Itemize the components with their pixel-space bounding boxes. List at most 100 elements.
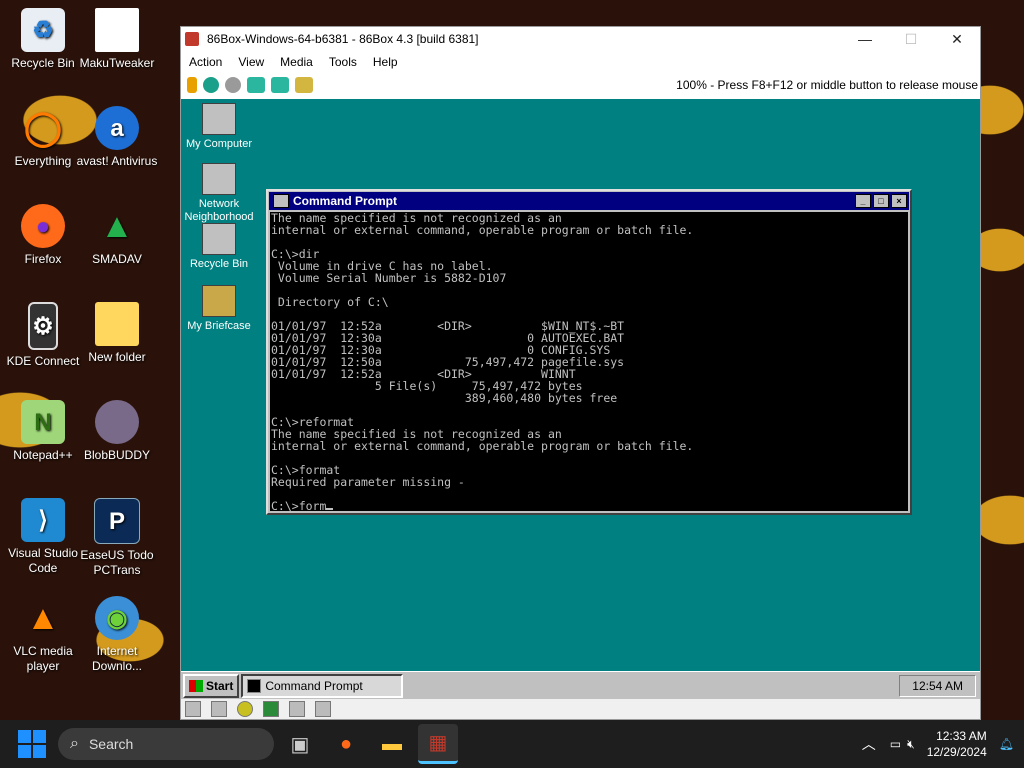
cmd-small-icon bbox=[247, 678, 262, 693]
notification-bell-icon[interactable]: 🔔︎ bbox=[999, 737, 1014, 751]
vm-status-text: 100% - Press F8+F12 or middle button to … bbox=[676, 78, 978, 92]
tray-date: 12/29/2024 bbox=[926, 745, 987, 759]
cmd-title: Command Prompt bbox=[293, 194, 398, 208]
menu-help[interactable]: Help bbox=[365, 55, 406, 69]
console-prompt-line[interactable]: C:\>form bbox=[270, 500, 908, 511]
firefox-icon: ● bbox=[21, 204, 65, 248]
computer-icon bbox=[202, 103, 236, 135]
file-explorer-icon[interactable]: ▬ bbox=[372, 724, 412, 764]
console-output[interactable]: The name specified is not recognized as … bbox=[270, 212, 908, 511]
desktop-icon-blobbuddy[interactable]: BlobBUDDY bbox=[74, 400, 160, 463]
hdd-icon[interactable] bbox=[263, 701, 279, 717]
firefox-taskbar-icon[interactable]: ● bbox=[326, 724, 366, 764]
guest-icon-briefcase[interactable]: My Briefcase bbox=[181, 285, 259, 333]
chevron-up-icon[interactable]: ︿ bbox=[862, 734, 876, 754]
volume-muted-icon[interactable]: 🔇︎ bbox=[907, 737, 915, 752]
vm-title-bar[interactable]: 86Box-Windows-64-b6381 - 86Box 4.3 [buil… bbox=[181, 27, 980, 51]
console-text: The name specified is not recognized as … bbox=[270, 212, 908, 500]
vm-statusbar bbox=[181, 699, 980, 719]
sound-icon[interactable] bbox=[315, 701, 331, 717]
desktop-icon-avast[interactable]: a avast! Antivirus bbox=[74, 106, 160, 169]
folder-icon bbox=[95, 302, 139, 346]
minimize-button[interactable]: — bbox=[842, 27, 888, 51]
globe-icon: ◉ bbox=[95, 596, 139, 640]
ctrl-alt-del-icon[interactable] bbox=[247, 77, 265, 93]
guest-task-command-prompt[interactable]: Command Prompt bbox=[241, 673, 404, 698]
cmd-minimize-button[interactable]: _ bbox=[855, 194, 871, 208]
phone-icon: ⚙ bbox=[28, 302, 58, 350]
recycle-bin-icon bbox=[202, 223, 236, 255]
search-icon: ⌕ bbox=[70, 735, 79, 752]
file-icon bbox=[95, 8, 139, 52]
cmd-title-bar[interactable]: Command Prompt _ □ × bbox=[269, 192, 909, 210]
power-icon[interactable] bbox=[225, 77, 241, 93]
text-cursor bbox=[326, 508, 334, 510]
desktop-icon-easeus[interactable]: P EaseUS Todo PCTrans bbox=[74, 498, 160, 578]
host-taskbar: ⌕ Search ▣ ● ▬ ▦ ︿ ▭ 🔇︎ 12:33 AM 12/29/2… bbox=[0, 720, 1024, 768]
display-icon[interactable]: ▭ bbox=[890, 737, 901, 751]
vlc-cone-icon: ▲ bbox=[26, 598, 60, 637]
network-card-icon[interactable] bbox=[289, 701, 305, 717]
vm-toolbar: 100% - Press F8+F12 or middle button to … bbox=[181, 73, 980, 97]
system-tray: ︿ ▭ 🔇︎ 12:33 AM 12/29/2024 🔔︎ bbox=[862, 728, 1024, 760]
floppy-b-icon[interactable] bbox=[211, 701, 227, 717]
guest-icon-my-computer[interactable]: My Computer bbox=[181, 103, 259, 151]
close-button[interactable]: ✕ bbox=[934, 27, 980, 51]
search-placeholder: Search bbox=[88, 736, 134, 752]
vm-window-title: 86Box-Windows-64-b6381 - 86Box 4.3 [buil… bbox=[207, 32, 479, 46]
windows-start-icon[interactable] bbox=[18, 730, 46, 758]
ctrl-alt-esc-icon[interactable] bbox=[271, 77, 289, 93]
pause-icon[interactable] bbox=[187, 77, 197, 93]
tray-time: 12:33 AM bbox=[936, 729, 987, 743]
guest-taskbar: Start Command Prompt 12:54 AM bbox=[181, 671, 980, 699]
cmd-icon bbox=[273, 194, 289, 208]
console-line: Directory of C:\ bbox=[271, 295, 389, 309]
guest-icon-network[interactable]: Network Neighborhood bbox=[181, 163, 259, 224]
search-box[interactable]: ⌕ Search bbox=[58, 728, 274, 760]
everything-icon: ◯ bbox=[23, 108, 63, 147]
console-line: internal or external command, operable p… bbox=[271, 223, 694, 237]
cmd-maximize-button[interactable]: □ bbox=[873, 194, 889, 208]
desktop-icon-new-folder[interactable]: New folder bbox=[74, 302, 160, 365]
briefcase-icon bbox=[202, 285, 236, 317]
guest-start-button[interactable]: Start bbox=[183, 673, 240, 698]
guest-icon-recycle-bin[interactable]: Recycle Bin bbox=[181, 223, 259, 271]
recycle-bin-icon: ♻ bbox=[21, 8, 65, 52]
desktop-icon-smadav[interactable]: ▲ SMADAV bbox=[74, 204, 160, 267]
vm-menubar: Action View Media Tools Help bbox=[181, 51, 980, 73]
cmd-close-button[interactable]: × bbox=[891, 194, 907, 208]
windows-logo-icon bbox=[189, 679, 203, 692]
notepadpp-icon: N bbox=[21, 400, 65, 444]
menu-media[interactable]: Media bbox=[272, 55, 321, 69]
network-icon bbox=[202, 163, 236, 195]
blob-icon bbox=[95, 400, 139, 444]
console-line: 389,460,480 bytes free bbox=[271, 391, 618, 405]
avast-icon: a bbox=[95, 106, 139, 150]
smadav-icon: ▲ bbox=[100, 206, 134, 245]
task-view-icon[interactable]: ▣ bbox=[280, 724, 320, 764]
console-line: Volume Serial Number is 5882-D107 bbox=[271, 271, 507, 285]
cdrom-icon[interactable] bbox=[237, 701, 253, 717]
desktop-icon-makutweaker[interactable]: MakuTweaker bbox=[74, 8, 160, 71]
command-prompt-window: Command Prompt _ □ × The name specified … bbox=[266, 189, 912, 515]
tray-clock[interactable]: 12:33 AM 12/29/2024 bbox=[927, 728, 987, 760]
86box-taskbar-icon[interactable]: ▦ bbox=[418, 724, 458, 764]
floppy-icon[interactable] bbox=[185, 701, 201, 717]
menu-view[interactable]: View bbox=[230, 55, 272, 69]
console-input: C:\>form bbox=[271, 499, 327, 511]
guest-clock: 12:54 AM bbox=[899, 674, 976, 697]
desktop-icon-idm[interactable]: ◉ Internet Downlo... bbox=[74, 596, 160, 674]
settings-icon[interactable] bbox=[295, 77, 313, 93]
guest-screen[interactable]: My Computer Network Neighborhood Recycle… bbox=[181, 99, 980, 699]
reset-icon[interactable] bbox=[203, 77, 219, 93]
menu-action[interactable]: Action bbox=[181, 55, 230, 69]
easeus-icon: P bbox=[94, 498, 140, 544]
86box-icon bbox=[185, 32, 199, 46]
maximize-button[interactable]: ☐ bbox=[888, 27, 934, 51]
menu-tools[interactable]: Tools bbox=[321, 55, 365, 69]
vm-window: 86Box-Windows-64-b6381 - 86Box 4.3 [buil… bbox=[180, 26, 981, 720]
